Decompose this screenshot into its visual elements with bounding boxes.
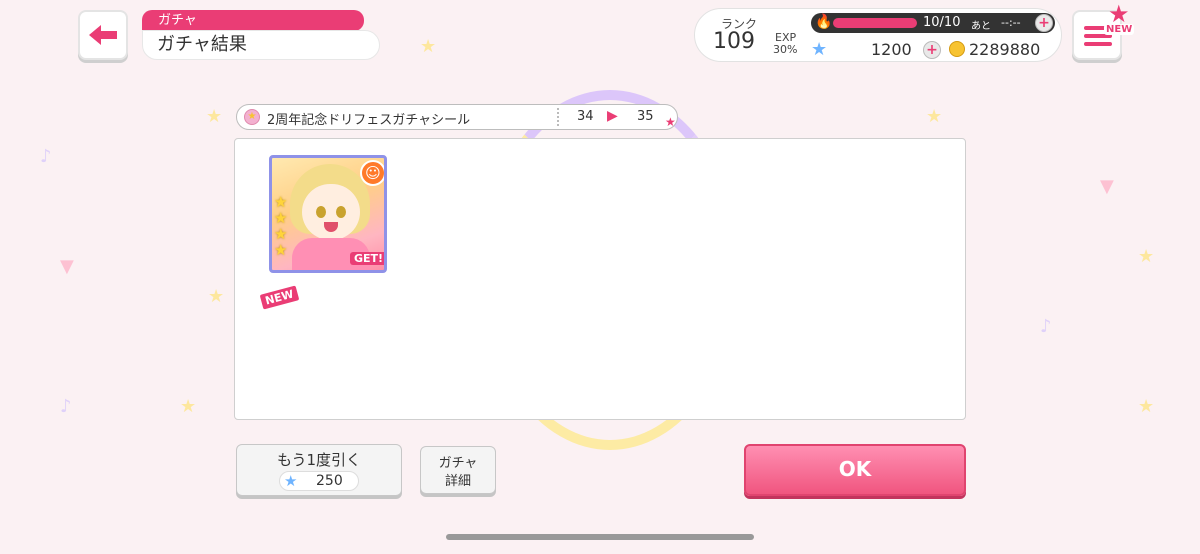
rarity-stars: ★ ★ ★ ★	[274, 194, 287, 258]
player-status-panel: ランク 109 EXP 30% 🔥 10/10 あと --:-- + ★ 120…	[694, 8, 1062, 62]
triangle-decoration: ▼	[60, 256, 74, 277]
happy-attribute-icon: ☺	[360, 160, 384, 186]
menu-new-badge: ★ NEW	[1104, 0, 1136, 36]
draw-again-cost: ★ 250	[279, 471, 359, 491]
card-character-face	[302, 184, 360, 240]
seal-count-before: 34	[577, 109, 594, 124]
gacha-name: 2周年記念ドリフェスガチャシール	[267, 113, 471, 128]
star-decoration: ★	[1138, 396, 1155, 417]
star-decoration: ★	[926, 106, 943, 127]
back-button[interactable]	[78, 10, 128, 60]
triangle-decoration: ▼	[1100, 176, 1114, 197]
gacha-detail-label-2: 詳細	[444, 474, 471, 489]
star-currency-icon: ★	[811, 39, 828, 60]
gacha-seal-icon: ★	[244, 109, 260, 125]
star-plus-button[interactable]: +	[923, 41, 941, 59]
star-count: 1200	[871, 40, 912, 59]
stamina-plus-button[interactable]: +	[1035, 14, 1053, 32]
rank-value: 109	[713, 29, 755, 54]
star-decoration: ★	[420, 36, 437, 57]
get-badge: GET!	[350, 252, 384, 265]
gacha-detail-label-1: ガチャ	[438, 456, 478, 471]
draw-again-label: もう1度引く	[276, 451, 362, 469]
seal-count-after: 35	[637, 109, 654, 124]
result-card[interactable]: ☺ ★ ★ ★ ★ GET!	[269, 155, 387, 273]
new-card-badge: NEW	[258, 284, 301, 311]
star-currency-icon: ★	[284, 472, 298, 490]
exp-percent: 30%	[773, 43, 798, 56]
star-icon: ★	[665, 115, 676, 129]
stamina-value: 10/10	[923, 15, 961, 30]
draw-again-button[interactable]: もう1度引く ★ 250	[236, 444, 402, 496]
stamina-ato: あと	[971, 21, 991, 32]
star-decoration: ★	[208, 286, 225, 307]
rarity-star-icon: ★	[274, 225, 288, 243]
home-indicator[interactable]	[446, 534, 754, 540]
note-decoration: ♪	[40, 146, 52, 167]
ok-button[interactable]: OK	[744, 444, 966, 496]
rarity-star-icon: ★	[274, 193, 288, 211]
fire-icon: 🔥	[815, 14, 833, 30]
stamina-bar	[833, 18, 917, 28]
coin-count: 2289880	[969, 40, 1041, 59]
stamina-time: --:--	[1001, 16, 1021, 29]
star-decoration: ★	[180, 396, 197, 417]
page-category: ガチャ	[142, 10, 364, 31]
star-decoration: ★	[206, 106, 223, 127]
gacha-detail-button[interactable]: ガチャ 詳細	[420, 446, 496, 494]
result-panel: ☺ ★ ★ ★ ★ GET! NEW	[234, 138, 966, 420]
draw-again-cost-value: 250	[316, 473, 343, 489]
gacha-name-bar: ★ 2周年記念ドリフェスガチャシール 34 ▶ 35 ★	[236, 104, 678, 130]
arrow-right-icon: ▶	[607, 108, 618, 124]
stamina-bar-row: 🔥 10/10 あと --:-- +	[811, 13, 1055, 33]
note-decoration: ♪	[1040, 316, 1052, 337]
page-title-box: ガチャ ガチャ結果	[142, 10, 380, 60]
rarity-star-icon: ★	[274, 241, 288, 259]
page-title: ガチャ結果	[142, 30, 380, 60]
divider	[557, 108, 559, 126]
back-arrow-icon	[89, 25, 117, 45]
new-label: NEW	[1104, 24, 1135, 35]
rarity-star-icon: ★	[274, 209, 288, 227]
note-decoration: ♪	[60, 396, 72, 417]
star-decoration: ★	[1138, 246, 1155, 267]
coin-icon	[949, 41, 965, 57]
